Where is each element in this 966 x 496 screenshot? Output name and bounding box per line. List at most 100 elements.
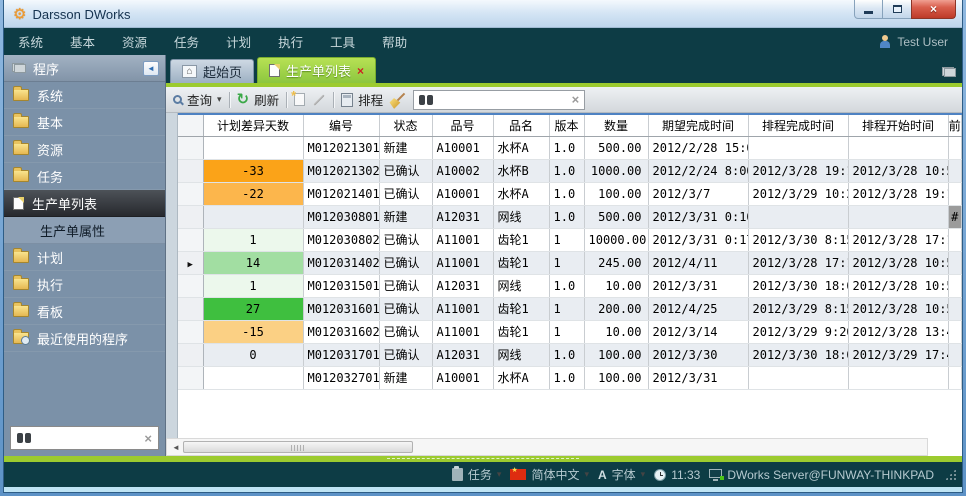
cell-status[interactable]: 已确认 [379,251,432,274]
cell-order_no[interactable]: M012030801 [303,205,379,228]
column-header[interactable]: 计划差异天数 [203,115,303,136]
cell-status[interactable]: 已确认 [379,274,432,297]
cell-start[interactable]: 2012/3/28 10:52 [848,159,948,182]
table-row[interactable]: 27M012031601已确认A11001齿轮11200.002012/4/25… [178,297,962,320]
cell-due[interactable]: 2012/3/31 [648,366,748,389]
cell-status[interactable]: 新建 [379,205,432,228]
column-header[interactable]: 数量 [584,115,648,136]
cell-start[interactable]: 2012/3/28 17:13 [848,228,948,251]
cell-due[interactable]: 2012/3/7 [648,182,748,205]
cell-order_no[interactable]: M012031701 [303,343,379,366]
cell-version[interactable]: 1.0 [549,159,584,182]
row-selector[interactable]: ▶ [178,251,203,274]
cell-start[interactable]: 2012/3/28 19:10 [848,182,948,205]
close-button[interactable]: × [911,0,956,19]
cell-qty[interactable]: 10000.00 [584,228,648,251]
row-selector[interactable] [178,297,203,320]
cell-version[interactable]: 1.0 [549,366,584,389]
row-selector[interactable] [178,320,203,343]
cell-status[interactable]: 已确认 [379,297,432,320]
sidebar-search-clear-icon[interactable]: × [144,431,152,446]
sidebar-item[interactable]: 计划 [4,244,165,271]
cell-part_no[interactable]: A10001 [432,366,493,389]
scroll-left-arrow-icon[interactable]: ◄ [169,443,183,452]
cell-status[interactable]: 已确认 [379,182,432,205]
resize-grip[interactable] [945,469,956,480]
cell-version[interactable]: 1.0 [549,136,584,159]
row-selector[interactable] [178,182,203,205]
cell-diff[interactable] [203,366,303,389]
cell-qty[interactable]: 100.00 [584,182,648,205]
cell-order_no[interactable]: M012021301 [303,136,379,159]
cell-part_name[interactable]: 齿轮1 [493,320,549,343]
cell-version[interactable]: 1 [549,320,584,343]
cell-part_no[interactable]: A11001 [432,297,493,320]
cell-status[interactable]: 已确认 [379,320,432,343]
row-selector[interactable] [178,205,203,228]
row-selector[interactable] [178,136,203,159]
sidebar-item[interactable]: 任务 [4,163,165,190]
cell-part_name[interactable]: 水杯A [493,136,549,159]
cell-order_no[interactable]: M012021401 [303,182,379,205]
toolbar-search-clear-icon[interactable]: × [572,92,580,107]
edit-button[interactable] [312,99,326,101]
cell-part_no[interactable]: A11001 [432,251,493,274]
row-selector[interactable] [178,159,203,182]
sidebar-item[interactable]: 看板 [4,298,165,325]
window-list-icon[interactable] [942,67,956,77]
cell-start[interactable] [848,136,948,159]
cell-diff[interactable]: 27 [203,297,303,320]
cell-diff[interactable] [203,205,303,228]
language-menu[interactable]: 简体中文 ▾ [510,466,589,483]
cell-part_name[interactable]: 齿轮1 [493,297,549,320]
cell-order_no[interactable]: M012032701 [303,366,379,389]
cell-order_no[interactable]: M012021302 [303,159,379,182]
tasks-menu[interactable]: 任务 ▾ [452,466,502,483]
cell-marker[interactable] [948,159,962,182]
new-button[interactable] [294,93,305,106]
cell-qty[interactable]: 10.00 [584,320,648,343]
cell-finish[interactable] [748,366,848,389]
cell-marker[interactable] [948,297,962,320]
cell-part_no[interactable]: A10002 [432,159,493,182]
cell-part_no[interactable]: A10001 [432,182,493,205]
cell-finish[interactable]: 2012/3/29 10:20 [748,182,848,205]
cell-part_name[interactable]: 齿轮1 [493,251,549,274]
cell-due[interactable]: 2012/4/11 [648,251,748,274]
cell-diff[interactable] [203,136,303,159]
user-chip[interactable]: Test User [879,35,948,49]
scrollbar-thumb[interactable] [183,441,413,453]
column-header[interactable]: 编号 [303,115,379,136]
cell-part_name[interactable]: 水杯A [493,182,549,205]
row-selector[interactable] [178,343,203,366]
cell-version[interactable]: 1.0 [549,274,584,297]
cell-start[interactable] [848,205,948,228]
cell-start[interactable] [848,366,948,389]
row-selector[interactable] [178,366,203,389]
cell-finish[interactable]: 2012/3/29 8:15 [748,297,848,320]
cell-due[interactable]: 2012/3/31 0:10 [648,205,748,228]
font-menu[interactable]: A 字体 ▾ [598,466,645,483]
cell-qty[interactable]: 500.00 [584,205,648,228]
cell-version[interactable]: 1 [549,251,584,274]
cell-finish[interactable]: 2012/3/30 18:00 [748,274,848,297]
cell-marker[interactable]: # [948,205,962,228]
cell-marker[interactable] [948,320,962,343]
cell-diff[interactable]: -33 [203,159,303,182]
cell-marker[interactable] [948,251,962,274]
sidebar-splitter[interactable] [166,113,178,438]
table-row[interactable]: M012030801新建A12031网线1.0500.002012/3/31 0… [178,205,962,228]
cell-finish[interactable]: 2012/3/28 17:13 [748,251,848,274]
cell-order_no[interactable]: M012031501 [303,274,379,297]
tab-production-order-list[interactable]: 生产单列表 × [257,57,376,83]
table-row[interactable]: M012021301新建A10001水杯A1.0500.002012/2/28 … [178,136,962,159]
cell-status[interactable]: 已确认 [379,228,432,251]
tab-close-icon[interactable]: × [357,64,364,78]
sidebar-item[interactable]: 资源 [4,136,165,163]
toolbar-search-input[interactable] [438,93,566,107]
cell-qty[interactable]: 500.00 [584,136,648,159]
cell-version[interactable]: 1 [549,297,584,320]
restore-button[interactable] [883,0,911,19]
cell-version[interactable]: 1.0 [549,205,584,228]
cell-status[interactable]: 已确认 [379,343,432,366]
